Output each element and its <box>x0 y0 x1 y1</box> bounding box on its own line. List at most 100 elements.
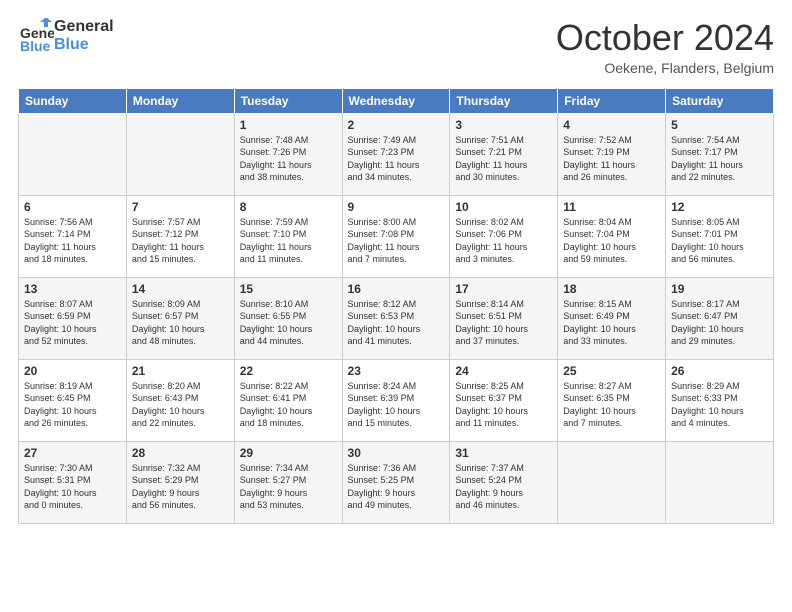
col-header-monday: Monday <box>126 88 234 113</box>
cell-content: Sunrise: 8:14 AM Sunset: 6:51 PM Dayligh… <box>455 298 552 348</box>
calendar-cell: 31Sunrise: 7:37 AM Sunset: 5:24 PM Dayli… <box>450 441 558 523</box>
day-number: 17 <box>455 282 552 296</box>
calendar-cell: 24 Sunrise: 8:25 AM Sunset: 6:37 PM Dayli… <box>450 359 558 441</box>
day-number: 15 <box>240 282 337 296</box>
day-number: 21 <box>132 364 229 378</box>
calendar-cell: 15 Sunrise: 8:10 AM Sunset: 6:55 PM Dayli… <box>234 277 342 359</box>
cell-content: Sunrise: 8:24 AM Sunset: 6:39 PM Dayligh… <box>348 380 445 430</box>
calendar-cell: 18 Sunrise: 8:15 AM Sunset: 6:49 PM Dayli… <box>558 277 666 359</box>
day-number: 13 <box>24 282 121 296</box>
day-number: 9 <box>348 200 445 214</box>
calendar-cell: 2 Sunrise: 7:49 AM Sunset: 7:23 PM Daylig… <box>342 113 450 195</box>
cell-content: Sunrise: 7:54 AM Sunset: 7:17 PM Dayligh… <box>671 134 768 184</box>
day-number: 2 <box>348 118 445 132</box>
calendar-header: SundayMondayTuesdayWednesdayThursdayFrid… <box>19 88 774 113</box>
calendar-cell: 10 Sunrise: 8:02 AM Sunset: 7:06 PM Dayli… <box>450 195 558 277</box>
day-number: 20 <box>24 364 121 378</box>
col-header-sunday: Sunday <box>19 88 127 113</box>
day-number: 28 <box>132 446 229 460</box>
day-number: 6 <box>24 200 121 214</box>
day-number: 19 <box>671 282 768 296</box>
calendar-cell <box>19 113 127 195</box>
col-header-friday: Friday <box>558 88 666 113</box>
day-number: 30 <box>348 446 445 460</box>
calendar-cell: 11Sunrise: 8:04 AM Sunset: 7:04 PM Dayli… <box>558 195 666 277</box>
calendar-cell: 6Sunrise: 7:56 AM Sunset: 7:14 PM Daylig… <box>19 195 127 277</box>
day-number: 23 <box>348 364 445 378</box>
cell-content: Sunrise: 7:51 AM Sunset: 7:21 PM Dayligh… <box>455 134 552 184</box>
logo: General Blue General Blue <box>18 18 114 54</box>
calendar-cell: 5 Sunrise: 7:54 AM Sunset: 7:17 PM Daylig… <box>666 113 774 195</box>
title-block: October 2024 Oekene, Flanders, Belgium <box>556 18 774 76</box>
calendar-cell: 7 Sunrise: 7:57 AM Sunset: 7:12 PM Daylig… <box>126 195 234 277</box>
calendar-cell: 28 Sunrise: 7:32 AM Sunset: 5:29 PM Dayli… <box>126 441 234 523</box>
cell-content: Sunrise: 8:09 AM Sunset: 6:57 PM Dayligh… <box>132 298 229 348</box>
calendar-cell <box>558 441 666 523</box>
calendar-cell: 27 Sunrise: 7:30 AM Sunset: 5:31 PM Dayli… <box>19 441 127 523</box>
col-header-wednesday: Wednesday <box>342 88 450 113</box>
cell-content: Sunrise: 7:57 AM Sunset: 7:12 PM Dayligh… <box>132 216 229 266</box>
cell-content: Sunrise: 8:02 AM Sunset: 7:06 PM Dayligh… <box>455 216 552 266</box>
cell-content: Sunrise: 8:04 AM Sunset: 7:04 PM Dayligh… <box>563 216 660 266</box>
cell-content: Sunrise: 7:48 AM Sunset: 7:26 PM Dayligh… <box>240 134 337 184</box>
cell-content: Sunrise: 8:20 AM Sunset: 6:43 PM Dayligh… <box>132 380 229 430</box>
cell-content: Sunrise: 7:34 AM Sunset: 5:27 PM Dayligh… <box>240 462 337 512</box>
calendar-cell: 8 Sunrise: 7:59 AM Sunset: 7:10 PM Daylig… <box>234 195 342 277</box>
cell-content: Sunrise: 8:29 AM Sunset: 6:33 PM Dayligh… <box>671 380 768 430</box>
calendar-cell <box>126 113 234 195</box>
day-number: 10 <box>455 200 552 214</box>
calendar-cell <box>666 441 774 523</box>
cell-content: Sunrise: 7:30 AM Sunset: 5:31 PM Dayligh… <box>24 462 121 512</box>
calendar-cell: 25 Sunrise: 8:27 AM Sunset: 6:35 PM Dayli… <box>558 359 666 441</box>
day-number: 24 <box>455 364 552 378</box>
calendar-cell: 26 Sunrise: 8:29 AM Sunset: 6:33 PM Dayli… <box>666 359 774 441</box>
calendar-cell: 29 Sunrise: 7:34 AM Sunset: 5:27 PM Dayli… <box>234 441 342 523</box>
calendar-cell: 23 Sunrise: 8:24 AM Sunset: 6:39 PM Dayli… <box>342 359 450 441</box>
day-number: 5 <box>671 118 768 132</box>
logo-icon: General Blue <box>18 18 54 54</box>
week-row-1: 1 Sunrise: 7:48 AM Sunset: 7:26 PM Daylig… <box>19 113 774 195</box>
calendar-cell: 22Sunrise: 8:22 AM Sunset: 6:41 PM Dayli… <box>234 359 342 441</box>
page-subtitle: Oekene, Flanders, Belgium <box>556 60 774 76</box>
cell-content: Sunrise: 8:25 AM Sunset: 6:37 PM Dayligh… <box>455 380 552 430</box>
cell-content: Sunrise: 8:05 AM Sunset: 7:01 PM Dayligh… <box>671 216 768 266</box>
calendar-cell: 30 Sunrise: 7:36 AM Sunset: 5:25 PM Dayli… <box>342 441 450 523</box>
cell-content: Sunrise: 8:27 AM Sunset: 6:35 PM Dayligh… <box>563 380 660 430</box>
cell-content: Sunrise: 8:10 AM Sunset: 6:55 PM Dayligh… <box>240 298 337 348</box>
page-title: October 2024 <box>556 18 774 58</box>
col-header-tuesday: Tuesday <box>234 88 342 113</box>
calendar-cell: 13Sunrise: 8:07 AM Sunset: 6:59 PM Dayli… <box>19 277 127 359</box>
cell-content: Sunrise: 8:15 AM Sunset: 6:49 PM Dayligh… <box>563 298 660 348</box>
calendar-cell: 19Sunrise: 8:17 AM Sunset: 6:47 PM Dayli… <box>666 277 774 359</box>
svg-text:Blue: Blue <box>20 38 51 54</box>
day-number: 4 <box>563 118 660 132</box>
day-number: 7 <box>132 200 229 214</box>
day-number: 8 <box>240 200 337 214</box>
day-number: 3 <box>455 118 552 132</box>
calendar-cell: 20 Sunrise: 8:19 AM Sunset: 6:45 PM Dayli… <box>19 359 127 441</box>
week-row-5: 27 Sunrise: 7:30 AM Sunset: 5:31 PM Dayli… <box>19 441 774 523</box>
cell-content: Sunrise: 8:19 AM Sunset: 6:45 PM Dayligh… <box>24 380 121 430</box>
cell-content: Sunrise: 7:32 AM Sunset: 5:29 PM Dayligh… <box>132 462 229 512</box>
cell-content: Sunrise: 7:49 AM Sunset: 7:23 PM Dayligh… <box>348 134 445 184</box>
header: General Blue General Blue October 2024 O… <box>18 18 774 76</box>
day-number: 26 <box>671 364 768 378</box>
cell-content: Sunrise: 7:52 AM Sunset: 7:19 PM Dayligh… <box>563 134 660 184</box>
cell-content: Sunrise: 7:59 AM Sunset: 7:10 PM Dayligh… <box>240 216 337 266</box>
col-header-thursday: Thursday <box>450 88 558 113</box>
day-number: 25 <box>563 364 660 378</box>
logo-blue: Blue <box>54 36 114 54</box>
calendar-cell: 16Sunrise: 8:12 AM Sunset: 6:53 PM Dayli… <box>342 277 450 359</box>
calendar-cell: 12Sunrise: 8:05 AM Sunset: 7:01 PM Dayli… <box>666 195 774 277</box>
day-number: 27 <box>24 446 121 460</box>
week-row-4: 20 Sunrise: 8:19 AM Sunset: 6:45 PM Dayli… <box>19 359 774 441</box>
day-number: 29 <box>240 446 337 460</box>
calendar-cell: 14Sunrise: 8:09 AM Sunset: 6:57 PM Dayli… <box>126 277 234 359</box>
calendar-cell: 1 Sunrise: 7:48 AM Sunset: 7:26 PM Daylig… <box>234 113 342 195</box>
calendar-cell: 9Sunrise: 8:00 AM Sunset: 7:08 PM Daylig… <box>342 195 450 277</box>
day-number: 1 <box>240 118 337 132</box>
day-number: 16 <box>348 282 445 296</box>
day-number: 18 <box>563 282 660 296</box>
day-number: 31 <box>455 446 552 460</box>
cell-content: Sunrise: 7:36 AM Sunset: 5:25 PM Dayligh… <box>348 462 445 512</box>
